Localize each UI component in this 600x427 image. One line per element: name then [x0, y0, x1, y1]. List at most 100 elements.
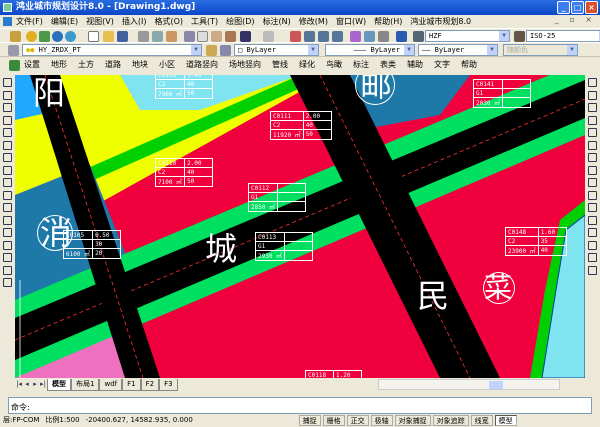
menu3-road-vertical[interactable]: 道路竖向: [186, 57, 218, 72]
osnap-toggle[interactable]: 对象捕捉: [394, 415, 431, 426]
drawing-canvas[interactable]: 阳 消 城 民 邮 菜 C0109 1.40 C2 40 7960 ㎡ 50 C0111 2.…: [15, 75, 585, 378]
text-style-select[interactable]: HZF ▼: [425, 30, 510, 42]
first-tab-icon[interactable]: |◂: [15, 379, 23, 391]
tab-layout1[interactable]: 布局1: [71, 379, 100, 391]
menu3-road[interactable]: 道路: [105, 57, 121, 72]
toolbar-icon[interactable]: [26, 31, 37, 42]
join-icon[interactable]: [588, 228, 597, 237]
copy-object-icon[interactable]: [588, 90, 597, 100]
insert-block-icon[interactable]: [3, 215, 12, 225]
tab-model[interactable]: 模型: [47, 379, 71, 391]
command-line[interactable]: 命令:: [8, 397, 592, 414]
redo-icon[interactable]: [263, 31, 274, 42]
trim-icon[interactable]: [588, 190, 597, 200]
snap-toggle[interactable]: 捕捉: [298, 415, 321, 426]
menu3-earthwork[interactable]: 土方: [78, 57, 94, 72]
break-icon[interactable]: [588, 215, 597, 225]
make-current-icon[interactable]: [206, 45, 217, 56]
offset-icon[interactable]: [588, 115, 597, 125]
menu-help[interactable]: 帮助(H): [374, 15, 402, 28]
ellipse-icon[interactable]: [3, 190, 12, 200]
new-file-icon[interactable]: [88, 31, 99, 42]
tab-f3[interactable]: F3: [159, 379, 178, 391]
hatch-icon[interactable]: [3, 253, 12, 262]
ellipse-arc-icon[interactable]: [3, 203, 12, 212]
erase-icon[interactable]: [588, 78, 597, 87]
menu-view[interactable]: 视图(V): [86, 15, 114, 28]
menu-format[interactable]: 格式(O): [154, 15, 183, 28]
menu3-site-vertical[interactable]: 场地竖向: [229, 57, 261, 72]
rotate-icon[interactable]: [588, 153, 597, 162]
menu3-terrain[interactable]: 地形: [51, 57, 67, 72]
model-toggle[interactable]: 模型: [494, 415, 517, 426]
make-block-icon[interactable]: [3, 228, 12, 237]
zoom-realtime-icon[interactable]: [304, 31, 315, 42]
mirror-icon[interactable]: [588, 103, 597, 112]
circle-icon[interactable]: [3, 153, 12, 162]
mdi-window-controls[interactable]: _ ▫ ×: [555, 15, 596, 24]
cut-icon[interactable]: [184, 31, 195, 42]
layer-previous-icon[interactable]: [220, 45, 231, 56]
region-icon[interactable]: [3, 265, 12, 275]
polygon-icon[interactable]: [3, 115, 12, 125]
save-icon[interactable]: [117, 31, 128, 42]
scrollbar-thumb[interactable]: [489, 381, 503, 389]
menu3-greening[interactable]: 绿化: [299, 57, 315, 72]
menu-draw[interactable]: 绘图(D): [226, 15, 254, 28]
revision-cloud-icon[interactable]: [3, 165, 12, 175]
menu-edit[interactable]: 编辑(E): [51, 15, 78, 28]
menu3-district[interactable]: 小区: [159, 57, 175, 72]
zoom-previous-icon[interactable]: [332, 31, 343, 42]
design-center-icon[interactable]: [364, 31, 375, 42]
paste-icon[interactable]: [211, 31, 222, 42]
menu3-text[interactable]: 文字: [434, 57, 450, 72]
line-tool-icon[interactable]: [3, 78, 12, 87]
menu-hongye[interactable]: 鸿业城市规划8.0: [410, 15, 471, 28]
last-tab-icon[interactable]: ▸|: [39, 379, 47, 391]
move-icon[interactable]: [588, 140, 597, 150]
prev-tab-icon[interactable]: ◂: [23, 379, 31, 391]
tab-f2[interactable]: F2: [140, 379, 160, 391]
pan-icon[interactable]: [290, 31, 301, 42]
maximize-button[interactable]: □: [571, 1, 584, 14]
lineweight-select[interactable]: —— ByLayer ▼: [418, 44, 498, 56]
rectangle-icon[interactable]: [3, 128, 12, 137]
next-tab-icon[interactable]: ▸: [31, 379, 39, 391]
layer-manager-icon[interactable]: [8, 45, 19, 56]
close-button[interactable]: ×: [585, 1, 598, 14]
toolbar-icon[interactable]: [39, 31, 50, 42]
undo-icon[interactable]: [240, 31, 251, 42]
scale-icon[interactable]: [588, 165, 597, 175]
horizontal-scrollbar[interactable]: [378, 379, 560, 390]
menu3-tables[interactable]: 表类: [380, 57, 396, 72]
print-icon[interactable]: [138, 31, 149, 42]
menu3-settings[interactable]: 设置: [24, 57, 40, 72]
menu-tools[interactable]: 工具(T): [191, 15, 218, 28]
menu3-parcel[interactable]: 地块: [132, 57, 148, 72]
extend-icon[interactable]: [588, 203, 597, 212]
publish-icon[interactable]: [166, 31, 177, 42]
menu-insert[interactable]: 插入(I): [122, 15, 147, 28]
otrack-toggle[interactable]: 对象追踪: [432, 415, 469, 426]
dim-style-select[interactable]: ISO-25▼: [526, 30, 600, 42]
toolbar-icon[interactable]: [10, 31, 21, 42]
menu3-aerial[interactable]: 鸟瞰: [326, 57, 342, 72]
polar-toggle[interactable]: 极轴: [370, 415, 393, 426]
menu3-annotate[interactable]: 标注: [353, 57, 369, 72]
copy-icon[interactable]: [197, 31, 208, 42]
spline-icon[interactable]: [3, 178, 12, 187]
open-file-icon[interactable]: [103, 31, 114, 42]
linetype-select[interactable]: ——— ByLayer ▼: [325, 44, 415, 56]
match-properties-icon[interactable]: [225, 31, 236, 42]
stretch-icon[interactable]: [588, 178, 597, 187]
menu3-aux[interactable]: 辅助: [407, 57, 423, 72]
explode-icon[interactable]: [588, 265, 597, 275]
menu-modify[interactable]: 修改(M): [299, 15, 328, 28]
color-select[interactable]: □ ByLayer ▼: [234, 44, 319, 56]
multiline-text-icon[interactable]: [3, 278, 12, 287]
tab-wdf[interactable]: wdf: [99, 379, 123, 391]
ortho-toggle[interactable]: 正交: [346, 415, 369, 426]
tab-f1[interactable]: F1: [122, 379, 141, 391]
menu3-help[interactable]: 帮助: [461, 57, 477, 72]
menu-window[interactable]: 窗口(W): [336, 15, 366, 28]
